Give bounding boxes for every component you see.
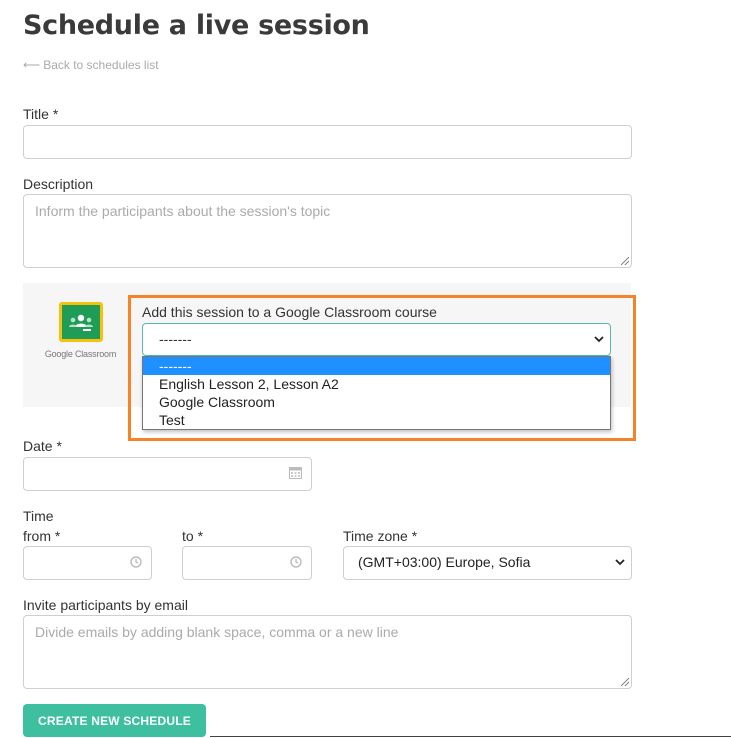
resize-handle-icon[interactable]	[621, 678, 629, 686]
back-to-schedules-link[interactable]: ⟵ Back to schedules list	[23, 58, 159, 72]
from-label: from *	[23, 528, 61, 544]
description-label: Description	[23, 176, 94, 192]
google-classroom-logo-text: Google Classroom	[44, 349, 117, 359]
date-label: Date *	[23, 438, 62, 454]
divider	[210, 736, 731, 737]
time-to-input[interactable]	[182, 546, 312, 580]
highlight-annotation-box	[128, 295, 636, 441]
to-label: to *	[182, 528, 204, 544]
description-textarea[interactable]: Inform the participants about the sessio…	[23, 194, 632, 268]
time-label: Time	[23, 508, 54, 524]
timezone-selected-value: (GMT+03:00) Europe, Sofia	[358, 554, 531, 570]
back-link-label: Back to schedules list	[43, 58, 159, 72]
invite-placeholder: Divide emails by adding blank space, com…	[35, 624, 399, 640]
timezone-select[interactable]: (GMT+03:00) Europe, Sofia	[343, 546, 632, 580]
create-new-schedule-button[interactable]: CREATE NEW SCHEDULE	[23, 704, 206, 737]
clock-icon[interactable]	[290, 555, 302, 571]
description-placeholder: Inform the participants about the sessio…	[35, 203, 331, 219]
clock-icon[interactable]	[130, 555, 142, 571]
resize-handle-icon[interactable]	[621, 257, 629, 265]
google-classroom-board-icon	[58, 302, 103, 342]
arrow-left-icon: ⟵	[23, 58, 41, 72]
title-label: Title *	[23, 106, 59, 122]
chevron-down-icon	[615, 547, 625, 578]
google-classroom-logo: Google Classroom	[43, 302, 118, 359]
calendar-icon[interactable]	[289, 466, 302, 482]
invite-label: Invite participants by email	[23, 597, 188, 613]
date-input[interactable]	[23, 457, 312, 491]
title-input[interactable]	[23, 125, 632, 159]
timezone-label: Time zone *	[343, 528, 418, 544]
time-from-input[interactable]	[23, 546, 152, 580]
page-title: Schedule a live session	[23, 10, 370, 41]
invite-emails-textarea[interactable]: Divide emails by adding blank space, com…	[23, 615, 632, 689]
